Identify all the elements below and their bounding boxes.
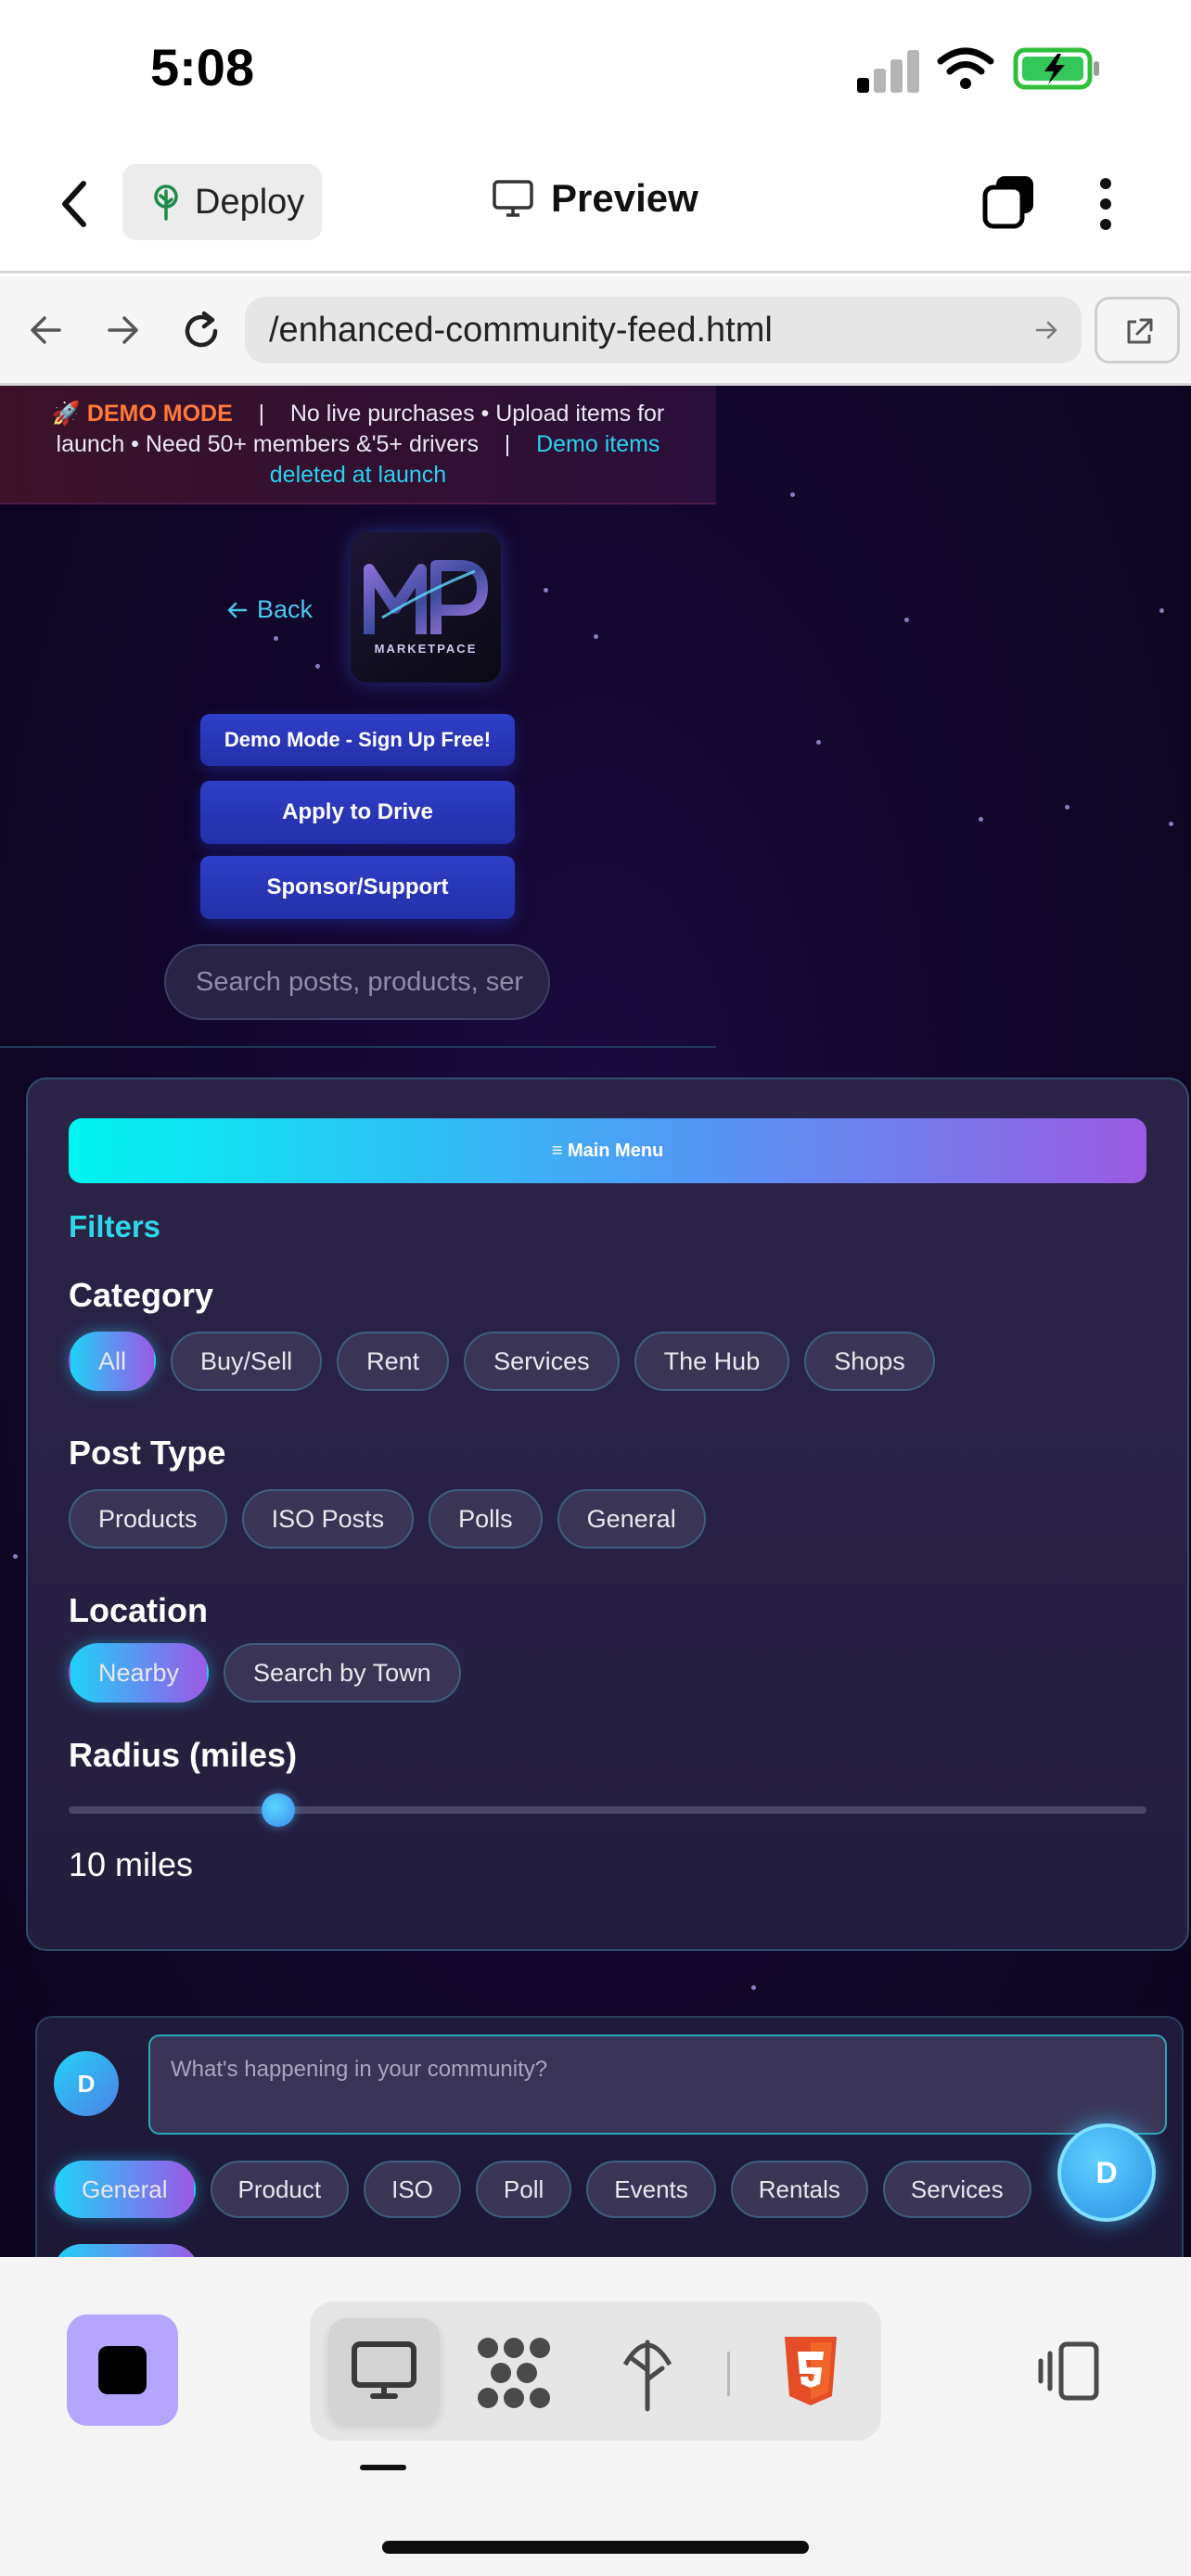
radius-slider-thumb[interactable] bbox=[262, 1793, 295, 1827]
post-type-chip-general[interactable]: General bbox=[557, 1489, 706, 1549]
marketpace-logo[interactable]: MARKETPACE bbox=[351, 532, 501, 682]
battery-charging-icon bbox=[1013, 47, 1099, 90]
post-type-chip-products[interactable]: Products bbox=[69, 1489, 227, 1549]
category-chip-all[interactable]: All bbox=[69, 1332, 157, 1391]
browser-forward-icon[interactable] bbox=[104, 312, 143, 349]
profile-fab[interactable]: D bbox=[1057, 2123, 1156, 2222]
cellular-signal-icon bbox=[857, 48, 919, 93]
monitor-icon bbox=[493, 180, 533, 217]
clock: 5:08 bbox=[150, 38, 255, 96]
web-preview: 🚀 DEMO MODE | No live purchases • Upload… bbox=[0, 386, 1191, 2257]
desktop-view-tab[interactable] bbox=[328, 2318, 440, 2424]
deploy-button[interactable]: Deploy bbox=[122, 164, 322, 240]
preview-label: Preview bbox=[551, 176, 698, 220]
apply-to-drive-button[interactable]: Apply to Drive bbox=[200, 781, 515, 844]
header-divider bbox=[0, 1046, 716, 1048]
url-text: /enhanced-community-feed.html bbox=[269, 310, 773, 350]
post-type-chip-polls[interactable]: Polls bbox=[429, 1489, 543, 1549]
active-tab-indicator bbox=[360, 2465, 406, 2470]
post-type-rentals[interactable]: Rentals bbox=[730, 2161, 868, 2218]
post-composer: D What's happening in your community? Ge… bbox=[35, 2016, 1184, 2257]
location-chip-nearby[interactable]: Nearby bbox=[69, 1643, 210, 1702]
open-external-button[interactable] bbox=[1095, 297, 1180, 363]
deploy-tree-icon bbox=[154, 185, 178, 221]
logo-monogram bbox=[364, 560, 488, 634]
back-link[interactable]: Back bbox=[225, 595, 313, 624]
radius-title: Radius (miles) bbox=[69, 1736, 298, 1774]
tabs-switcher-icon[interactable] bbox=[980, 172, 1039, 232]
post-input[interactable]: What's happening in your community? bbox=[148, 2034, 1167, 2135]
search-input[interactable]: Search posts, products, ser bbox=[164, 944, 550, 1020]
post-type-iso[interactable]: ISO bbox=[364, 2161, 461, 2218]
post-type-poll[interactable]: Poll bbox=[475, 2161, 572, 2218]
wifi-icon bbox=[937, 47, 994, 89]
filters-title: Filters bbox=[69, 1209, 161, 1243]
location-chip-search-by-town[interactable]: Search by Town bbox=[224, 1643, 461, 1702]
post-type-general[interactable]: General bbox=[54, 2161, 196, 2218]
reload-icon[interactable] bbox=[178, 308, 224, 354]
sponsor-support-button[interactable]: Sponsor/Support bbox=[200, 856, 515, 919]
bottom-toolbar bbox=[0, 2257, 1191, 2576]
status-bar: 5:08 bbox=[0, 0, 1191, 139]
browser-back-icon[interactable] bbox=[26, 312, 65, 349]
category-title: Category bbox=[69, 1276, 214, 1314]
view-switcher bbox=[310, 2302, 881, 2441]
demo-signup-button[interactable]: Demo Mode - Sign Up Free! bbox=[200, 714, 515, 766]
demo-separator: | bbox=[504, 431, 511, 457]
demo-mode-banner: 🚀 DEMO MODE | No live purchases • Upload… bbox=[0, 386, 716, 504]
filters-panel: ≡ Main Menu Filters Category All Buy/Sel… bbox=[26, 1078, 1189, 1951]
monitor-icon bbox=[352, 2341, 416, 2399]
back-label: Back bbox=[257, 595, 314, 623]
demo-separator: | bbox=[258, 401, 265, 427]
deploy-tree-icon[interactable] bbox=[620, 2333, 675, 2413]
html5-icon[interactable] bbox=[781, 2335, 840, 2407]
post-type-chip-iso-posts[interactable]: ISO Posts bbox=[241, 1489, 415, 1549]
device-toggle-icon[interactable] bbox=[1035, 2340, 1102, 2402]
stop-icon bbox=[98, 2346, 147, 2394]
post-type-selector: General Product ISO Poll Events Rentals … bbox=[54, 2161, 1031, 2218]
post-type-product[interactable]: Product bbox=[210, 2161, 350, 2218]
logo-wordmark: MARKETPACE bbox=[374, 642, 478, 656]
post-type-chips: Products ISO Posts Polls General bbox=[69, 1489, 706, 1549]
category-chip-the-hub[interactable]: The Hub bbox=[634, 1332, 790, 1391]
main-menu-button[interactable]: ≡ Main Menu bbox=[69, 1118, 1146, 1183]
radius-value: 10 miles bbox=[69, 1845, 194, 1883]
component-grid-icon[interactable] bbox=[477, 2337, 551, 2409]
toolbar-divider bbox=[727, 2352, 730, 2396]
go-arrow-icon[interactable] bbox=[1035, 319, 1059, 341]
stop-button[interactable] bbox=[67, 2315, 178, 2426]
url-field[interactable]: /enhanced-community-feed.html bbox=[245, 297, 1082, 363]
post-type-title: Post Type bbox=[69, 1434, 226, 1472]
location-title: Location bbox=[69, 1591, 208, 1629]
post-type-events[interactable]: Events bbox=[586, 2161, 716, 2218]
browser-toolbar: /enhanced-community-feed.html bbox=[0, 276, 1191, 386]
category-chip-shops[interactable]: Shops bbox=[804, 1332, 935, 1391]
post-type-services[interactable]: Services bbox=[882, 2161, 1031, 2218]
category-chip-services[interactable]: Services bbox=[464, 1332, 620, 1391]
app-header: Deploy Preview bbox=[0, 139, 1191, 274]
category-chips: All Buy/Sell Rent Services The Hub Shops bbox=[69, 1332, 935, 1391]
demo-mode-badge: 🚀 DEMO MODE bbox=[51, 401, 233, 427]
submit-button-partial[interactable] bbox=[54, 2244, 198, 2257]
category-chip-buy-sell[interactable]: Buy/Sell bbox=[171, 1332, 323, 1391]
category-chip-rent[interactable]: Rent bbox=[337, 1332, 450, 1391]
more-menu-icon[interactable] bbox=[1095, 174, 1117, 234]
radius-slider-track[interactable] bbox=[69, 1806, 1146, 1814]
home-indicator bbox=[382, 2541, 809, 2554]
back-chevron-icon[interactable] bbox=[56, 176, 93, 232]
location-chips: Nearby Search by Town bbox=[69, 1643, 461, 1702]
avatar: D bbox=[54, 2051, 119, 2116]
arrow-left-icon bbox=[227, 602, 248, 618]
open-external-icon bbox=[1127, 318, 1153, 344]
preview-title: Preview bbox=[492, 176, 698, 221]
deploy-label: Deploy bbox=[195, 182, 305, 222]
